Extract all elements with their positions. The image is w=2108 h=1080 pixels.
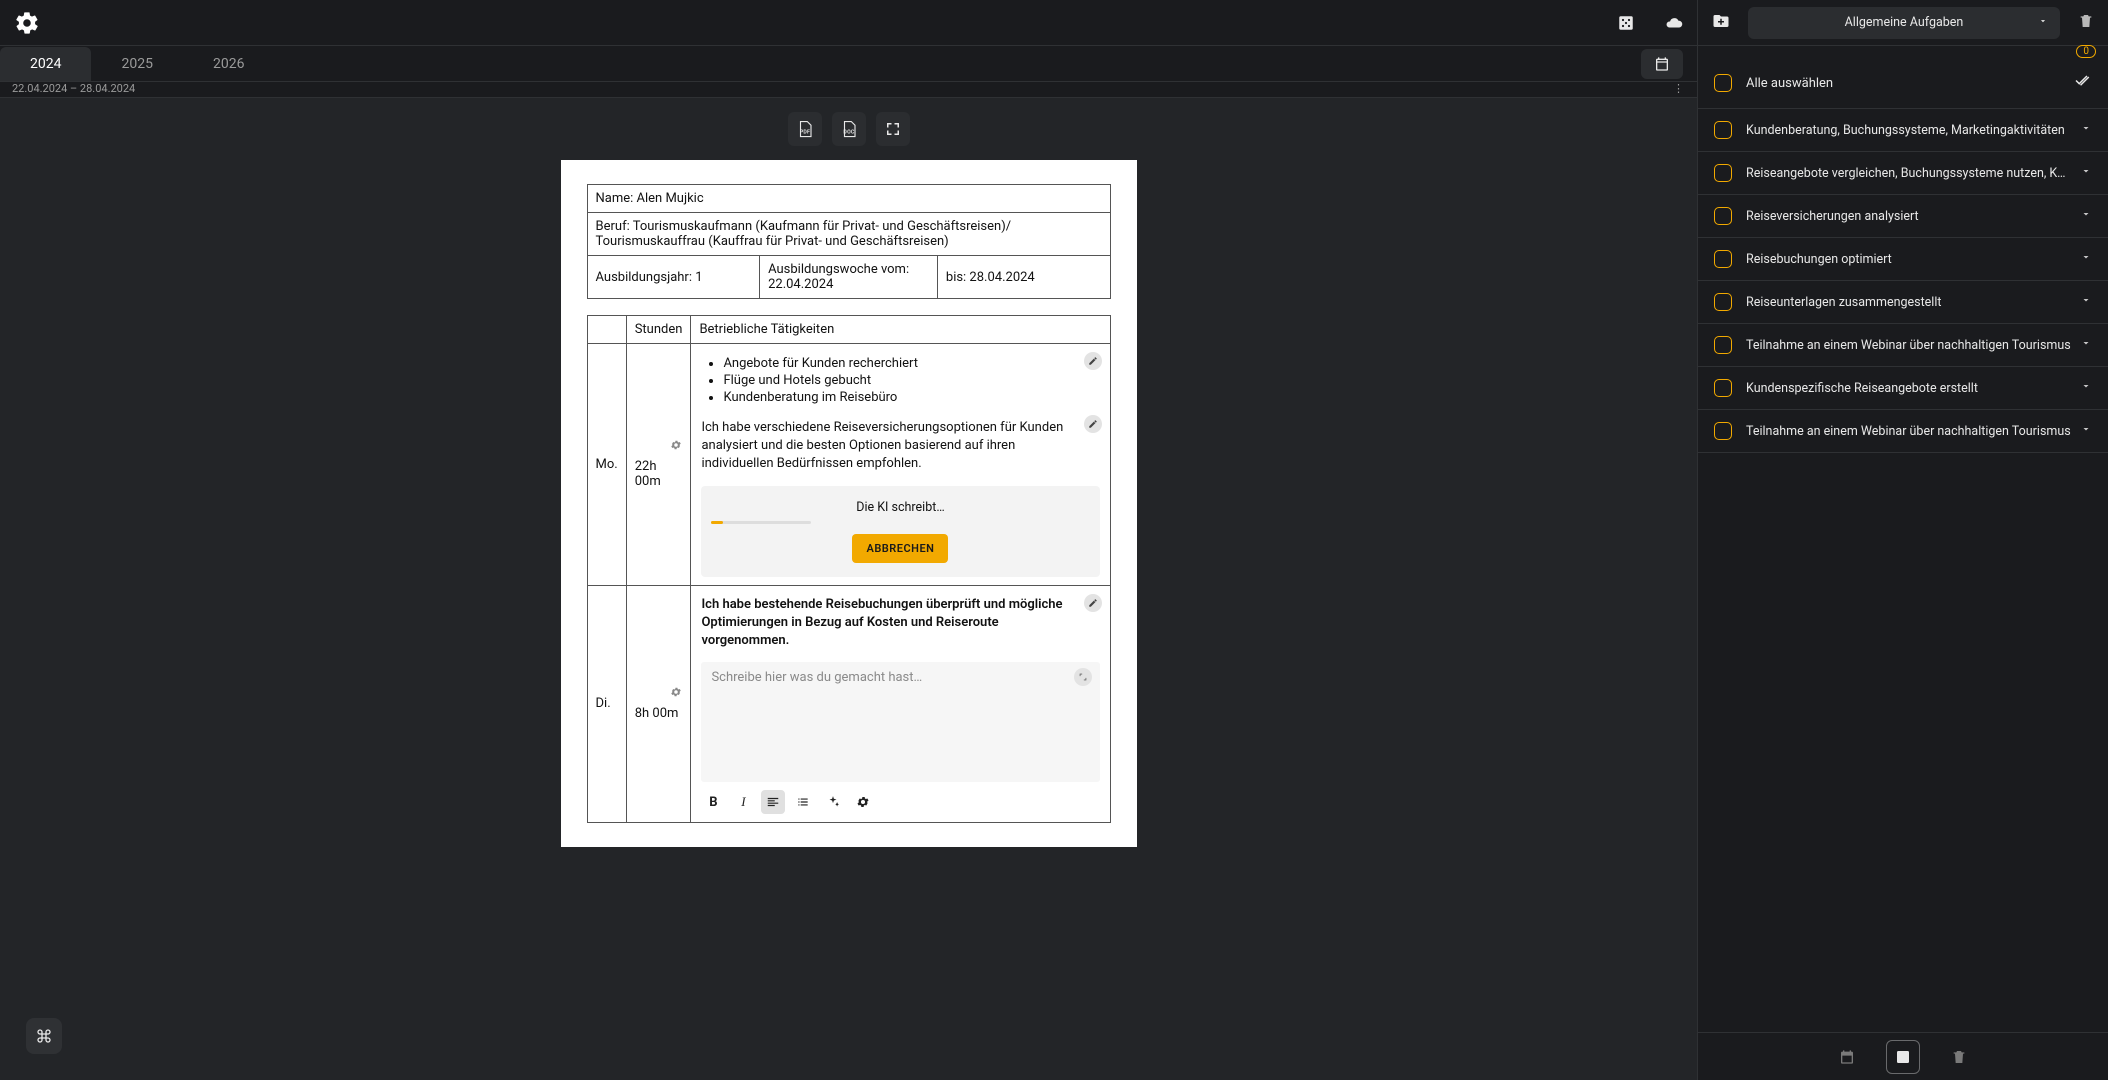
italic-button[interactable]: I <box>731 790 755 814</box>
day-di: Di. <box>587 585 626 823</box>
check-all-icon[interactable] <box>2074 72 2092 94</box>
chevron-down-icon[interactable] <box>2080 337 2092 353</box>
task-item[interactable]: Kundenberatung, Buchungssysteme, Marketi… <box>1698 109 2108 152</box>
settings-gear-button[interactable] <box>851 790 875 814</box>
task-item[interactable]: Kundenspezifische Reiseangebote erstellt <box>1698 367 2108 410</box>
task-checkbox[interactable] <box>1714 250 1732 268</box>
task-checkbox[interactable] <box>1714 121 1732 139</box>
category-dropdown[interactable]: Allgemeine Aufgaben <box>1748 7 2060 39</box>
col-stunden: Stunden <box>626 316 691 344</box>
task-label: Kundenspezifische Reiseangebote erstellt <box>1746 381 2080 396</box>
task-label: Reiseangebote vergleichen, Buchungssyste… <box>1746 166 2080 181</box>
doc-woche: Ausbildungswoche vom: 22.04.2024 <box>760 256 938 299</box>
hours-di[interactable]: 8h 00m <box>626 585 691 823</box>
ai-sparkle-button[interactable] <box>821 790 845 814</box>
command-button[interactable] <box>26 1018 62 1054</box>
cloud-download-icon[interactable] <box>1665 14 1683 32</box>
list-button[interactable] <box>791 790 815 814</box>
report-document: Name: Alen Mujkic Beruf: Tourismuskaufma… <box>561 160 1137 847</box>
align-left-button[interactable] <box>761 790 785 814</box>
task-item[interactable]: Reiseversicherungen analysiert <box>1698 195 2108 238</box>
svg-text:PDF: PDF <box>799 130 809 136</box>
export-pdf-button[interactable]: PDF <box>788 112 822 146</box>
count-badge: 0 <box>2076 45 2096 58</box>
col-taetigkeiten: Betriebliche Tätigkeiten <box>691 316 1110 344</box>
task-label: Reiseunterlagen zusammengestellt <box>1746 295 2080 310</box>
select-all-label: Alle auswählen <box>1746 76 2074 91</box>
activity-input-di[interactable]: Schreibe hier was du gemacht hast… <box>701 662 1099 782</box>
chevron-down-icon[interactable] <box>2080 122 2092 138</box>
chevron-down-icon[interactable] <box>2080 208 2092 224</box>
trash-icon[interactable] <box>2078 13 2094 33</box>
task-checkbox[interactable] <box>1714 422 1732 440</box>
tab-2026[interactable]: 2026 <box>183 47 274 81</box>
footer-calendar-button[interactable] <box>1830 1040 1864 1074</box>
task-checkbox[interactable] <box>1714 293 1732 311</box>
more-dots[interactable]: ⋮ <box>1673 82 1685 95</box>
fullscreen-button[interactable] <box>876 112 910 146</box>
edit-entry-button[interactable] <box>1084 352 1102 370</box>
task-item[interactable]: Reisebuchungen optimiert <box>1698 238 2108 281</box>
task-item[interactable]: Reiseunterlagen zusammengestellt <box>1698 281 2108 324</box>
dice-icon[interactable] <box>1617 14 1635 32</box>
doc-jahr: Ausbildungsjahr: 1 <box>587 256 760 299</box>
tab-2025[interactable]: 2025 <box>91 47 182 81</box>
ai-status-text: Die KI schreibt… <box>711 500 1089 515</box>
task-label: Kundenberatung, Buchungssysteme, Marketi… <box>1746 123 2080 138</box>
ai-cancel-button[interactable]: ABBRECHEN <box>852 534 948 563</box>
bold-button[interactable]: B <box>701 790 725 814</box>
add-folder-icon[interactable] <box>1712 12 1730 34</box>
task-checkbox[interactable] <box>1714 379 1732 397</box>
select-all-checkbox[interactable] <box>1714 74 1732 92</box>
task-label: Teilnahme an einem Webinar über nachhalt… <box>1746 424 2080 439</box>
task-label: Reisebuchungen optimiert <box>1746 252 2080 267</box>
chevron-down-icon[interactable] <box>2080 294 2092 310</box>
edit-entry-button-di[interactable] <box>1084 594 1102 612</box>
ai-progress-bar <box>711 521 811 524</box>
app-logo[interactable] <box>14 10 40 36</box>
expand-button[interactable] <box>1074 668 1092 686</box>
task-checkbox[interactable] <box>1714 164 1732 182</box>
chevron-down-icon[interactable] <box>2080 251 2092 267</box>
svg-text:DOC: DOC <box>843 130 854 136</box>
gear-icon[interactable] <box>635 686 683 702</box>
activity-text-di: Ich habe bestehende Reisebuchungen überp… <box>701 596 1099 651</box>
task-item[interactable]: Teilnahme an einem Webinar über nachhalt… <box>1698 324 2108 367</box>
tab-2024[interactable]: 2024 <box>0 47 91 81</box>
activity-text-mo: Ich habe verschiedene Reiseversicherungs… <box>701 419 1099 474</box>
footer-dice-button[interactable] <box>1886 1040 1920 1074</box>
task-label: Teilnahme an einem Webinar über nachhalt… <box>1746 338 2080 353</box>
task-item[interactable]: Reiseangebote vergleichen, Buchungssyste… <box>1698 152 2108 195</box>
doc-beruf: Beruf: Tourismuskaufmann (Kaufmann für P… <box>587 213 1110 256</box>
ai-writing-box: Die KI schreibt… ABBRECHEN <box>701 486 1099 577</box>
date-range-label: 22.04.2024 – 28.04.2024 <box>12 82 135 95</box>
doc-name: Name: Alen Mujkic <box>587 185 1110 213</box>
edit-entry-button-2[interactable] <box>1084 415 1102 433</box>
chevron-down-icon[interactable] <box>2080 165 2092 181</box>
col-blank <box>587 316 626 344</box>
calendar-button[interactable] <box>1641 49 1683 79</box>
task-checkbox[interactable] <box>1714 207 1732 225</box>
task-checkbox[interactable] <box>1714 336 1732 354</box>
export-doc-button[interactable]: DOC <box>832 112 866 146</box>
format-toolbar: B I <box>701 790 1099 814</box>
day-mo: Mo. <box>587 344 626 586</box>
chevron-down-icon <box>2038 15 2048 30</box>
gear-icon[interactable] <box>635 439 683 455</box>
footer-trash-button[interactable] <box>1942 1040 1976 1074</box>
doc-bis: bis: 28.04.2024 <box>937 256 1110 299</box>
hours-mo[interactable]: 22h 00m <box>626 344 691 586</box>
chevron-down-icon[interactable] <box>2080 423 2092 439</box>
task-label: Reiseversicherungen analysiert <box>1746 209 2080 224</box>
activity-bullets-mo: Angebote für Kunden recherchiert Flüge u… <box>701 356 1099 405</box>
chevron-down-icon[interactable] <box>2080 380 2092 396</box>
task-item[interactable]: Teilnahme an einem Webinar über nachhalt… <box>1698 410 2108 453</box>
